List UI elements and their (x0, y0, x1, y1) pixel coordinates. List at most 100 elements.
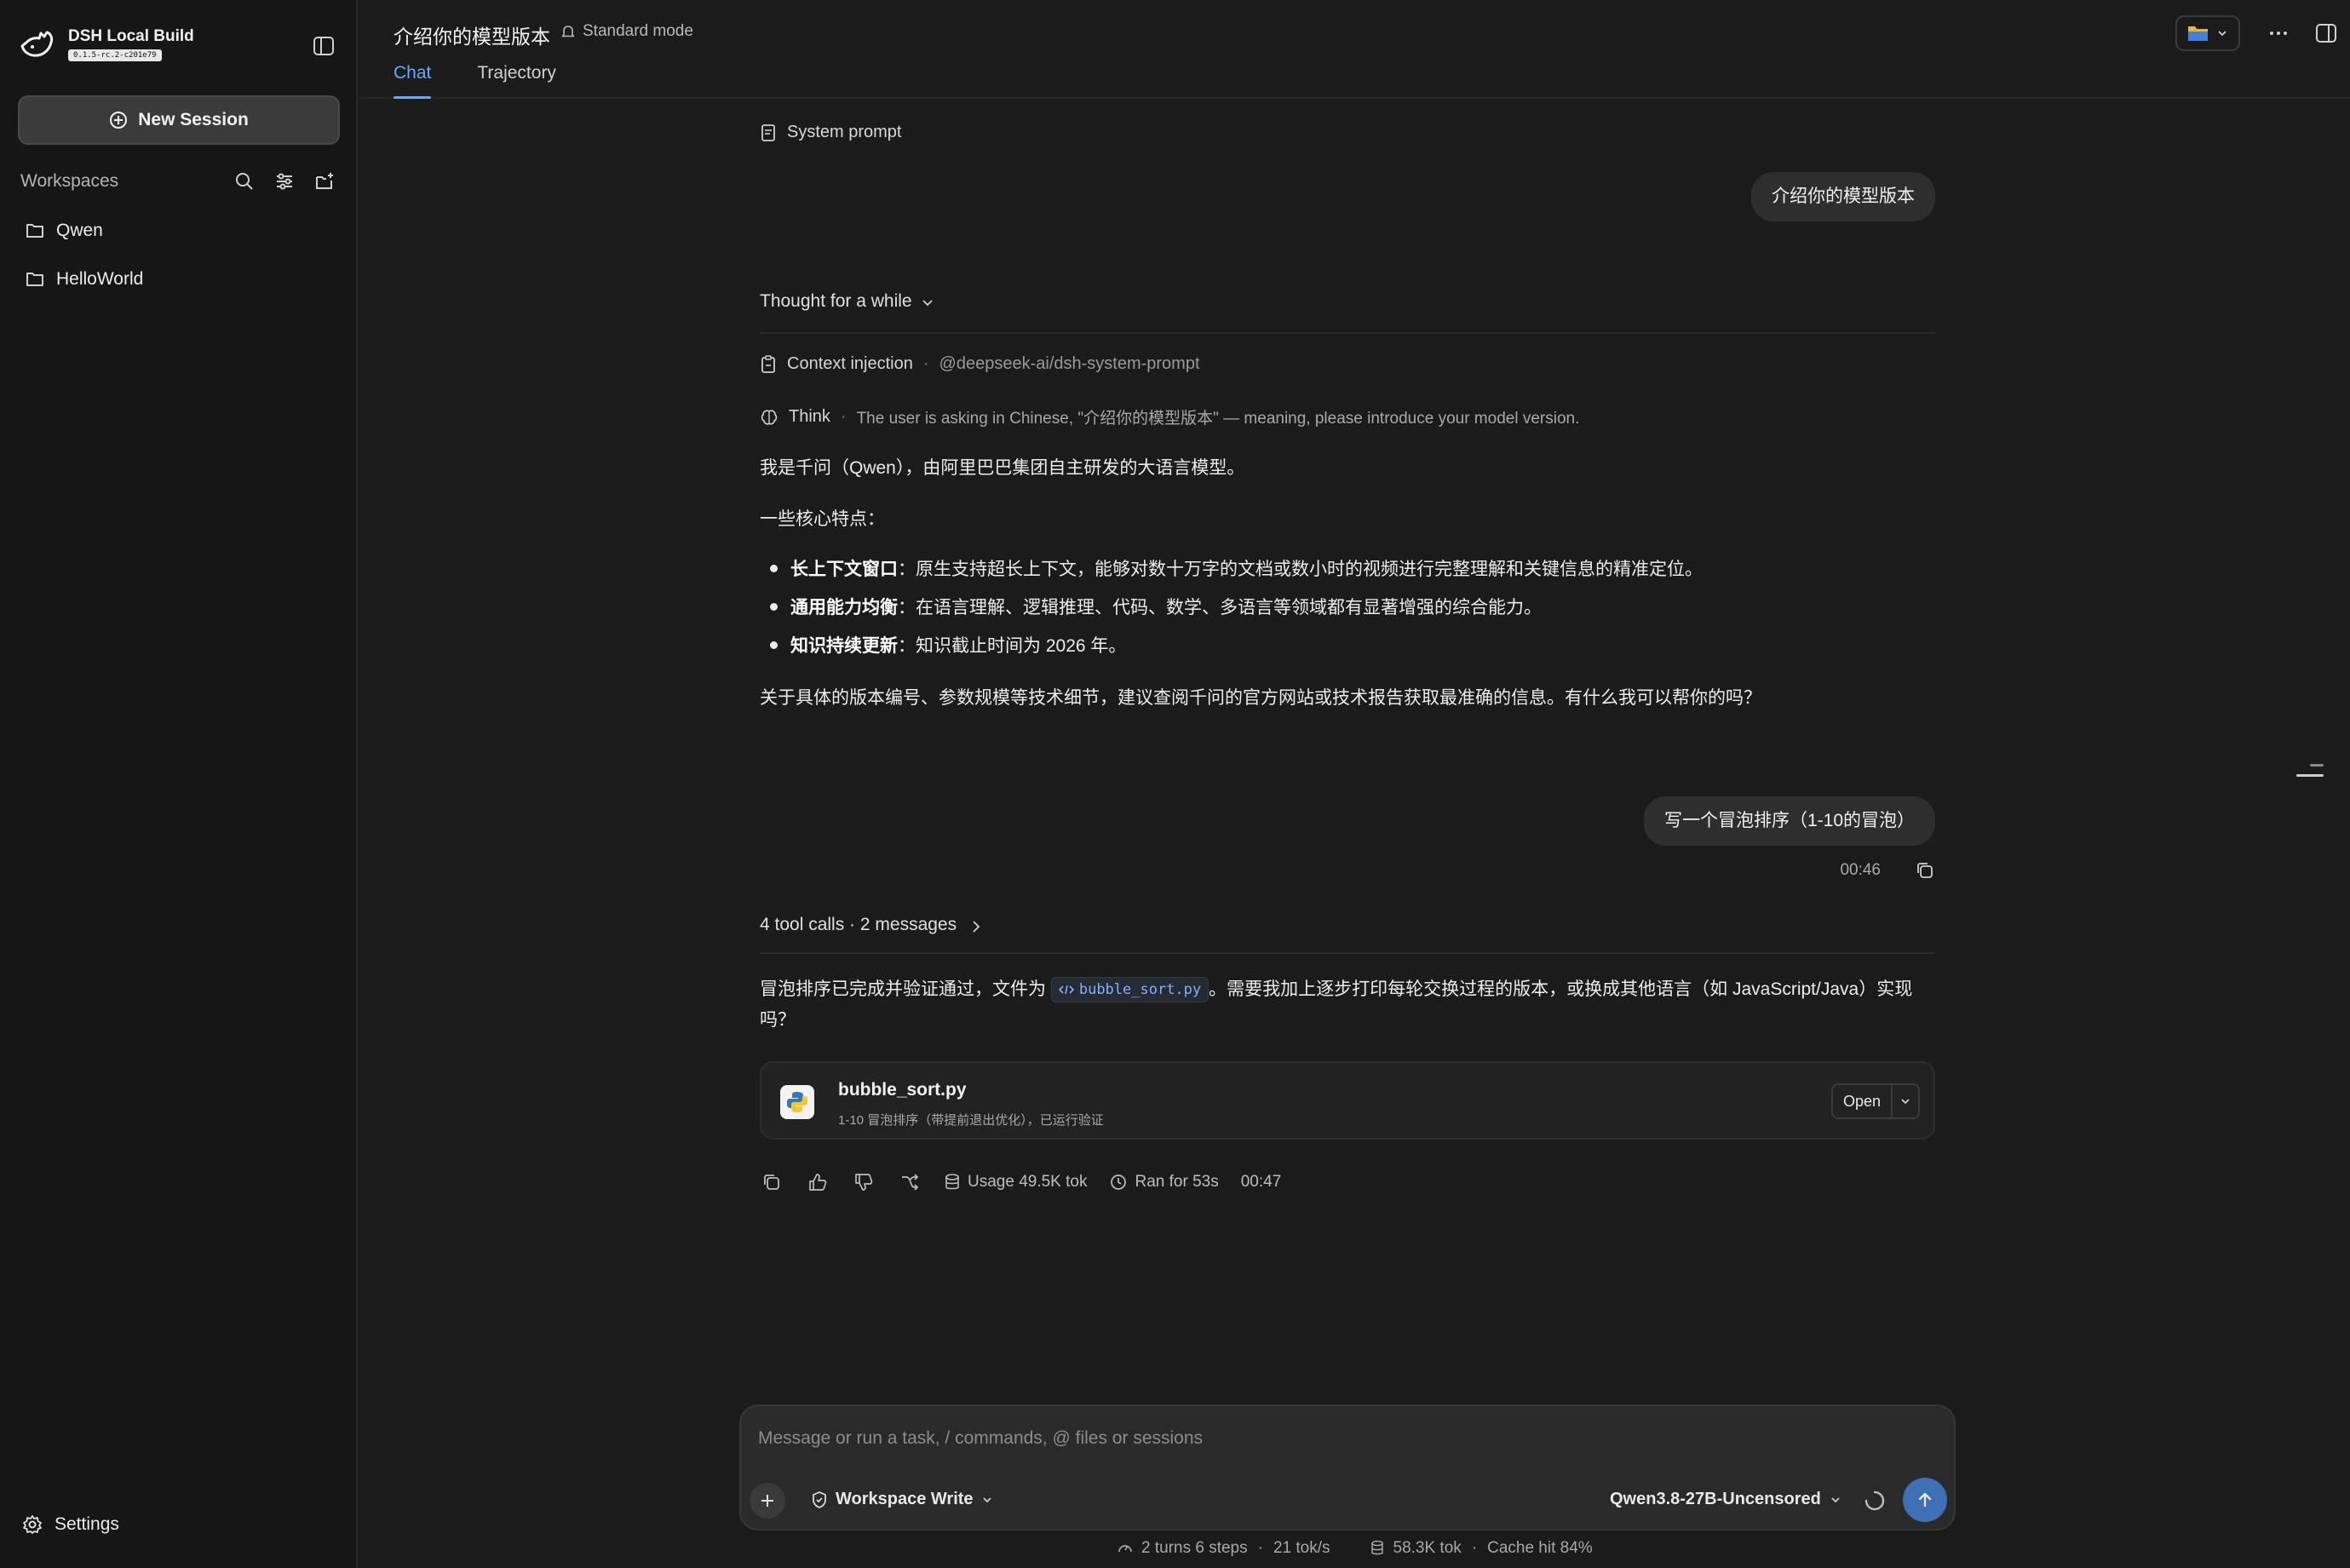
brand-name: DSH Local Build (68, 27, 194, 45)
status-bar: 2 turns 6 steps · 21 tok/s 58.3K tok · C… (1116, 1539, 1593, 1558)
plus-icon (761, 1495, 773, 1507)
message-input[interactable] (758, 1423, 1933, 1454)
settings-label: Settings (55, 1514, 119, 1534)
folder-icon (26, 224, 43, 238)
attach-plus-button[interactable] (750, 1483, 785, 1519)
think-row[interactable]: Think · The user is asking in Chinese, "… (760, 405, 1579, 428)
open-folder-button[interactable] (2175, 15, 2240, 51)
bell-icon (561, 26, 575, 37)
copy-icon[interactable] (1915, 860, 1935, 881)
runtime-label: Ran for 53s (1135, 1173, 1219, 1191)
filter-sliders-icon[interactable] (272, 169, 297, 194)
reply-bubble-sort: 冒泡排序已完成并验证通过，文件为 bubble_sort.py 。需要我加上逐步… (760, 974, 1935, 1036)
sidebar-toggle-icon[interactable] (312, 34, 336, 58)
main-header: 介绍你的模型版本 Standard mode Chat Trajectory (359, 0, 2350, 99)
right-panel-toggle-icon[interactable] (2313, 20, 2339, 46)
file-card[interactable]: bubble_sort.py 1-10 冒泡排序（带提前退出优化），已运行验证 … (760, 1061, 1935, 1140)
new-folder-icon[interactable] (312, 169, 337, 194)
python-file-icon (780, 1085, 814, 1119)
reply-closing: 关于具体的版本编号、参数规模等技术细节，建议查阅千问的官方网站或技术报告获取最准… (760, 688, 1761, 708)
thumbs-up-icon[interactable] (806, 1170, 830, 1194)
reply-intro: 我是千问（Qwen），由阿里巴巴集团自主研发的大语言模型。 (760, 458, 1245, 478)
separator-dot: · (922, 354, 929, 373)
reply-features-title: 一些核心特点： (760, 509, 885, 529)
tool-calls-toggle[interactable]: 4 tool calls · 2 messages (760, 915, 1935, 954)
scroll-marker-line (2310, 764, 2324, 767)
app-window: DSH Local Build 0.1.5-rc.2-c201e79 New S… (0, 0, 2350, 1568)
message-actions: Usage 49.5K tok Ran for 53s 00:47 (760, 1170, 1281, 1194)
reply-timestamp: 00:47 (1240, 1173, 1282, 1191)
system-prompt-toggle[interactable]: System prompt (760, 123, 901, 142)
brain-icon (761, 409, 778, 425)
file-name: bubble_sort.py (838, 1080, 967, 1100)
tab-trajectory[interactable]: Trajectory (477, 63, 556, 99)
workspace-label: Qwen (56, 221, 103, 240)
model-label: Qwen3.8-27B-Uncensored (1610, 1490, 1821, 1508)
settings-button[interactable]: Settings (22, 1514, 119, 1535)
think-label: Think (789, 407, 830, 426)
open-options-chevron-icon[interactable] (1893, 1095, 1918, 1107)
cache-stat: Cache hit 84% (1487, 1539, 1593, 1557)
context-injection-value: @deepseek-ai/dsh-system-prompt (939, 354, 1200, 373)
new-session-label: New Session (138, 110, 249, 129)
workspace-label: HelloWorld (56, 269, 144, 289)
workspace-item-qwen[interactable]: Qwen (26, 216, 103, 245)
gear-icon (23, 1515, 42, 1534)
copy-icon[interactable] (760, 1170, 784, 1194)
feature-bold: 知识持续更新 (790, 636, 898, 656)
speed-stat: 21 tok/s (1273, 1539, 1330, 1557)
think-summary: The user is asking in Chinese, "介绍你的模型版本… (856, 410, 1580, 428)
chevron-down-icon (982, 1496, 991, 1502)
scroll-position-marker[interactable] (2296, 764, 2324, 784)
usage-label: Usage 49.5K tok (968, 1173, 1088, 1191)
clipboard-icon (761, 354, 775, 373)
message-composer: Workspace Write Qwen3.8-27B-Uncensored (739, 1404, 1956, 1531)
thought-toggle[interactable]: Thought for a while (760, 291, 1935, 334)
send-button[interactable] (1903, 1478, 1947, 1522)
permission-label: Workspace Write (836, 1490, 974, 1508)
separator-dot: · (840, 407, 847, 426)
feature-bold: 长上下文窗口 (790, 560, 898, 579)
runtime-stat: Ran for 53s (1109, 1173, 1219, 1192)
loading-spinner-icon (1864, 1490, 1885, 1511)
mode-indicator[interactable]: Standard mode (560, 22, 693, 41)
usage-stat: Usage 49.5K tok (944, 1173, 1087, 1192)
file-code-chip[interactable]: bubble_sort.py (1050, 977, 1209, 1003)
tool-calls-label: 4 tool calls · 2 messages (760, 915, 957, 934)
turns-stat: 2 turns 6 steps (1141, 1539, 1248, 1557)
context-injection-row[interactable]: Context injection · @deepseek-ai/dsh-sys… (760, 354, 1200, 374)
branch-icon[interactable] (898, 1170, 922, 1194)
permission-selector[interactable]: Workspace Write (811, 1490, 993, 1509)
whale-logo-icon (20, 31, 54, 57)
feature-text: ：知识截止时间为 2026 年。 (898, 636, 1127, 656)
thumbs-down-icon[interactable] (852, 1170, 876, 1194)
tab-chat[interactable]: Chat (394, 63, 432, 99)
sidebar: DSH Local Build 0.1.5-rc.2-c201e79 New S… (0, 0, 358, 1568)
chevron-right-icon (973, 921, 980, 933)
feature-list-item: 通用能力均衡 ：在语言理解、逻辑推理、代码、数学、多语言等领域都有显著增强的综合… (770, 594, 1542, 619)
tokens-stat: 58.3K tok (1393, 1539, 1462, 1557)
feature-list-item: 知识持续更新 ：知识截止时间为 2026 年。 (770, 632, 1126, 658)
search-icon[interactable] (232, 169, 257, 194)
clock-icon (1111, 1175, 1127, 1190)
separator-dot: · (1471, 1539, 1478, 1557)
folder-icon (26, 273, 43, 286)
tab-bar: Chat Trajectory (394, 63, 556, 99)
feature-text: ：在语言理解、逻辑推理、代码、数学、多语言等领域都有显著增强的综合能力。 (898, 598, 1542, 617)
workspace-item-helloworld[interactable]: HelloWorld (26, 265, 143, 294)
database-icon (1368, 1539, 1387, 1558)
open-file-button[interactable]: Open (1833, 1085, 1893, 1117)
model-selector[interactable]: Qwen3.8-27B-Uncensored (1610, 1490, 1842, 1509)
folder-color-icon (2188, 26, 2208, 41)
chevron-down-icon (1831, 1496, 1840, 1502)
arrow-up-icon (1918, 1492, 1932, 1508)
more-options-icon[interactable] (2266, 20, 2291, 46)
document-icon (761, 123, 775, 141)
chevron-down-icon (2218, 31, 2226, 37)
plus-circle-icon (110, 112, 128, 129)
system-prompt-label: System prompt (787, 123, 902, 141)
new-session-button[interactable]: New Session (18, 95, 340, 145)
brand: DSH Local Build 0.1.5-rc.2-c201e79 (19, 26, 194, 63)
workspaces-header: Workspaces (20, 167, 337, 196)
feature-list-item: 长上下文窗口 ：原生支持超长上下文，能够对数十万字的文档或数小时的视频进行完整理… (770, 555, 1703, 581)
